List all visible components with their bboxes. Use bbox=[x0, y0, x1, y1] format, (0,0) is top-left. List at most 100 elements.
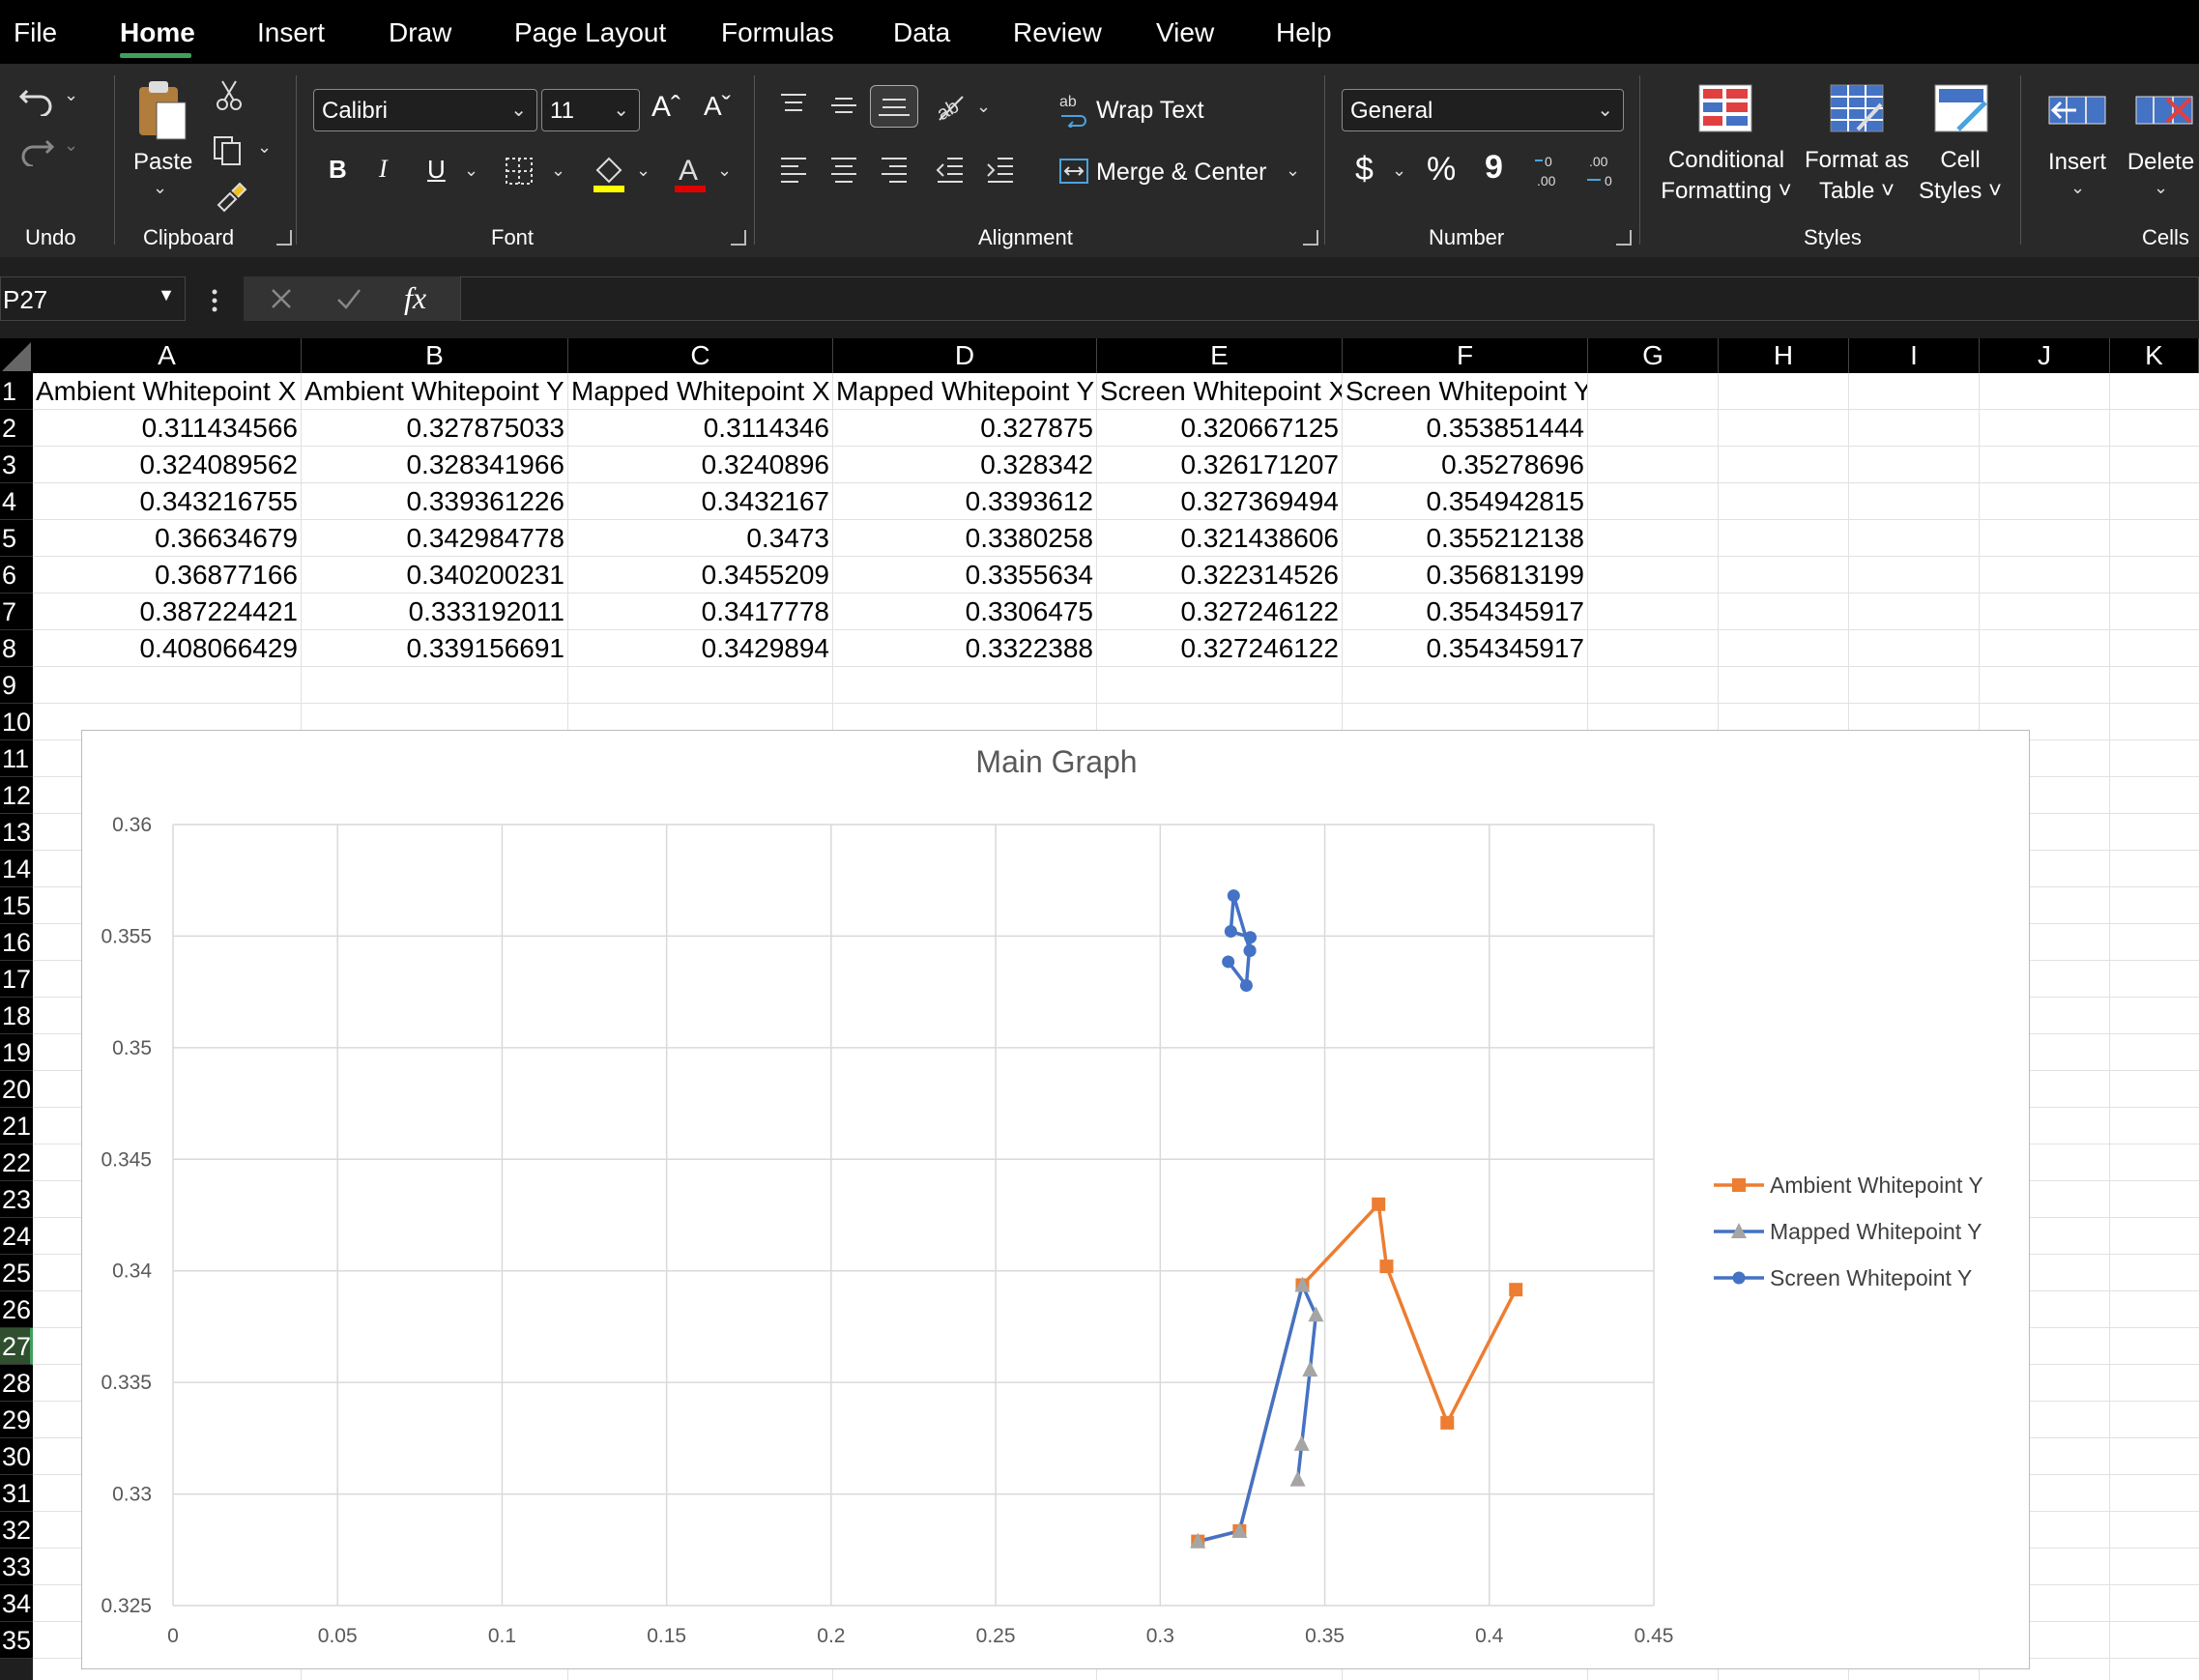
orientation-icon[interactable]: ab bbox=[932, 87, 970, 126]
table-cell[interactable]: 0.3306475 bbox=[833, 594, 1097, 630]
legend-label[interactable]: Screen Whitepoint Y bbox=[1770, 1265, 1972, 1290]
row-header-13[interactable]: 13 bbox=[0, 814, 33, 851]
format-as-table-button[interactable]: Format as bbox=[1800, 147, 1914, 174]
underline-dropdown-chevron[interactable]: ⌄ bbox=[464, 160, 478, 181]
data-point[interactable] bbox=[1440, 1415, 1455, 1430]
number-format-select[interactable]: General ⌄ bbox=[1342, 89, 1624, 131]
chart-main-graph[interactable]: Main Graph 0 0.05 0.1 0.15 0.2 0.25 0.3 0.35 0.4 0… bbox=[81, 730, 2030, 1669]
row-header-33[interactable]: 33 bbox=[0, 1549, 33, 1585]
paste-button[interactable]: Paste bbox=[133, 149, 192, 176]
row-header-17[interactable]: 17 bbox=[0, 961, 33, 998]
data-point[interactable] bbox=[1372, 1197, 1386, 1211]
row-header-9[interactable]: 9 bbox=[0, 667, 33, 704]
insert-dropdown-chevron[interactable]: ⌄ bbox=[2070, 178, 2085, 198]
cut-icon[interactable] bbox=[215, 79, 244, 112]
legend-label[interactable]: Ambient Whitepoint Y bbox=[1770, 1173, 1983, 1198]
column-header-d[interactable]: D bbox=[833, 338, 1097, 373]
font-color-icon[interactable]: A bbox=[671, 151, 709, 193]
row-header-1[interactable]: 1 bbox=[0, 373, 33, 410]
row-header-32[interactable]: 32 bbox=[0, 1512, 33, 1549]
table-cell[interactable]: 0.322314526 bbox=[1097, 557, 1343, 594]
wrap-text-button[interactable]: Wrap Text bbox=[1096, 97, 1204, 125]
table-cell[interactable]: 0.327875033 bbox=[302, 410, 568, 447]
legend-label[interactable]: Mapped Whitepoint Y bbox=[1770, 1219, 1982, 1244]
data-point[interactable] bbox=[1239, 979, 1253, 993]
row-header-12[interactable]: 12 bbox=[0, 777, 33, 814]
format-as-table-icon[interactable] bbox=[1829, 83, 1885, 133]
number-launcher-icon[interactable] bbox=[1616, 230, 1632, 246]
increase-indent-icon[interactable] bbox=[984, 153, 1017, 186]
data-point[interactable] bbox=[1222, 955, 1235, 969]
row-header-25[interactable]: 25 bbox=[0, 1255, 33, 1291]
table-cell[interactable]: 0.333192011 bbox=[302, 594, 568, 630]
copy-icon[interactable] bbox=[211, 133, 246, 168]
column-header-i[interactable]: I bbox=[1849, 338, 1980, 373]
column-header-h[interactable]: H bbox=[1719, 338, 1849, 373]
table-cell[interactable]: 0.354345917 bbox=[1343, 594, 1588, 630]
table-cell[interactable]: 0.3240896 bbox=[568, 447, 833, 483]
orientation-dropdown-chevron[interactable]: ⌄ bbox=[976, 97, 991, 117]
font-launcher-icon[interactable] bbox=[731, 230, 746, 246]
table-cell[interactable]: 0.3473 bbox=[568, 520, 833, 557]
table-cell[interactable]: 0.321438606 bbox=[1097, 520, 1343, 557]
delete-button[interactable]: Delete bbox=[2123, 149, 2199, 176]
row-header-4[interactable]: 4 bbox=[0, 483, 33, 520]
format-painter-icon[interactable] bbox=[213, 178, 247, 213]
merge-center-button[interactable]: Merge & Center bbox=[1096, 159, 1266, 187]
italic-button[interactable]: I bbox=[379, 155, 388, 184]
paste-icon[interactable] bbox=[133, 77, 191, 141]
menu-formulas[interactable]: Formulas bbox=[721, 17, 834, 48]
table-cell[interactable]: 0.35278696 bbox=[1343, 447, 1588, 483]
row-header-24[interactable]: 24 bbox=[0, 1218, 33, 1255]
align-center-icon[interactable] bbox=[827, 153, 860, 186]
cell-styles-button[interactable]: Cell bbox=[1924, 147, 1997, 174]
data-point[interactable] bbox=[1302, 1361, 1318, 1377]
currency-dropdown-chevron[interactable]: ⌄ bbox=[1392, 160, 1406, 181]
row-header-2[interactable]: 2 bbox=[0, 410, 33, 447]
row-header-14[interactable]: 14 bbox=[0, 851, 33, 887]
alignment-launcher-icon[interactable] bbox=[1303, 230, 1318, 246]
cancel-icon[interactable] bbox=[267, 284, 296, 313]
row-header-19[interactable]: 19 bbox=[0, 1034, 33, 1071]
column-header-j[interactable]: J bbox=[1980, 338, 2110, 373]
align-left-icon[interactable] bbox=[777, 153, 810, 186]
row-header-28[interactable]: 28 bbox=[0, 1365, 33, 1402]
header-cell[interactable]: Screen Whitepoint Y bbox=[1345, 373, 1587, 410]
row-header-27[interactable]: 27 bbox=[0, 1328, 33, 1365]
align-right-icon[interactable] bbox=[878, 153, 911, 186]
row-header-8[interactable]: 8 bbox=[0, 630, 33, 667]
table-cell[interactable]: 0.3322388 bbox=[833, 630, 1097, 667]
table-cell[interactable]: 0.387224421 bbox=[33, 594, 302, 630]
menu-home[interactable]: Home bbox=[120, 17, 195, 48]
comma-style-button[interactable]: 9 bbox=[1485, 149, 1503, 187]
fill-color-dropdown-chevron[interactable]: ⌄ bbox=[636, 160, 651, 181]
conditional-formatting-icon[interactable] bbox=[1697, 83, 1753, 133]
table-cell[interactable]: 0.354345917 bbox=[1343, 630, 1588, 667]
header-cell[interactable]: Screen Whitepoint X bbox=[1100, 373, 1342, 410]
row-header-31[interactable]: 31 bbox=[0, 1475, 33, 1512]
borders-dropdown-chevron[interactable]: ⌄ bbox=[551, 160, 565, 181]
column-header-f[interactable]: F bbox=[1343, 338, 1588, 373]
merge-center-icon[interactable] bbox=[1057, 155, 1090, 188]
table-cell[interactable]: 0.354942815 bbox=[1343, 483, 1588, 520]
row-header-11[interactable]: 11 bbox=[0, 740, 33, 777]
column-header-c[interactable]: C bbox=[568, 338, 833, 373]
row-header-21[interactable]: 21 bbox=[0, 1108, 33, 1144]
row-header-16[interactable]: 16 bbox=[0, 924, 33, 961]
row-header-23[interactable]: 23 bbox=[0, 1181, 33, 1218]
table-cell[interactable]: 0.36877166 bbox=[33, 557, 302, 594]
name-box[interactable]: P27 ▼ bbox=[0, 276, 186, 321]
data-point[interactable] bbox=[1224, 925, 1237, 939]
more-options-icon[interactable] bbox=[207, 286, 222, 315]
table-cell[interactable]: 0.36634679 bbox=[33, 520, 302, 557]
table-cell[interactable]: 0.355212138 bbox=[1343, 520, 1588, 557]
table-cell[interactable]: 0.3429894 bbox=[568, 630, 833, 667]
table-cell[interactable]: 0.3455209 bbox=[568, 557, 833, 594]
row-header-7[interactable]: 7 bbox=[0, 594, 33, 630]
bold-button[interactable]: B bbox=[329, 155, 347, 185]
row-header-10[interactable]: 10 bbox=[0, 704, 33, 740]
table-cell[interactable]: 0.342984778 bbox=[302, 520, 568, 557]
insert-function-button[interactable]: fx bbox=[404, 280, 426, 316]
header-cell[interactable]: Mapped Whitepoint X bbox=[571, 373, 832, 410]
data-point[interactable] bbox=[1227, 889, 1240, 903]
